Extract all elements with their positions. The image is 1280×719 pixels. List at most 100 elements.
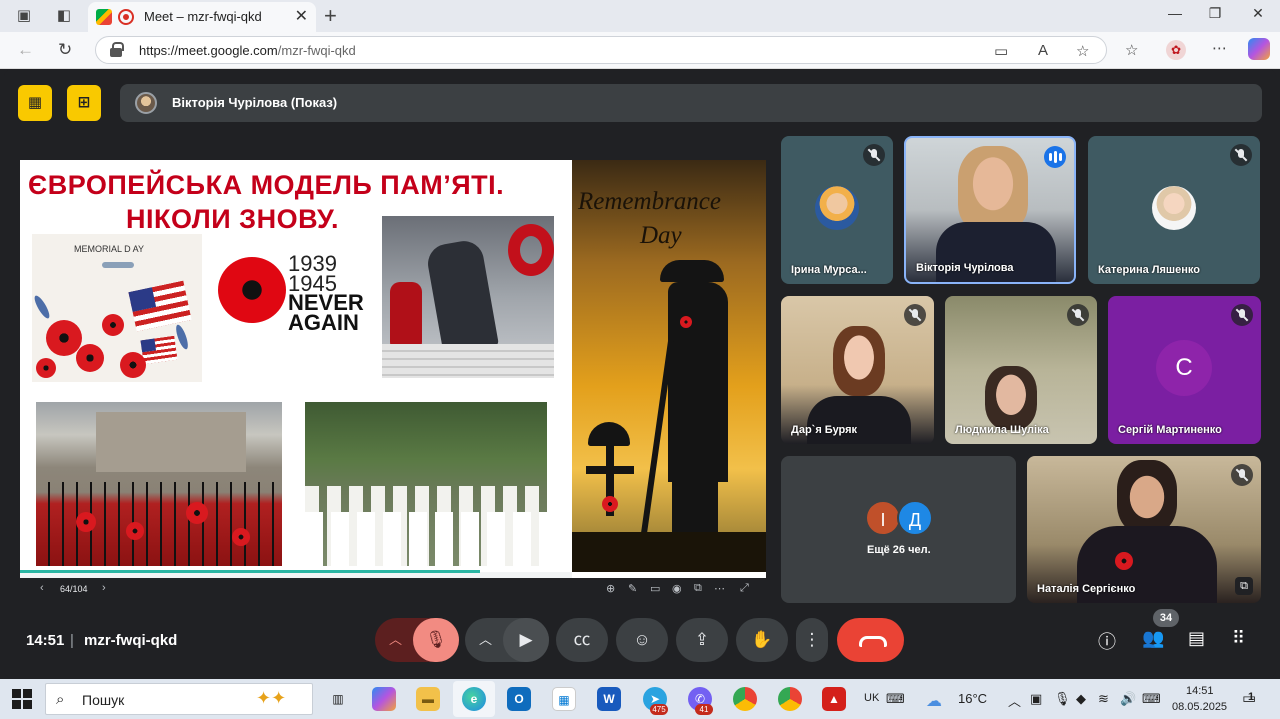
participant-tile[interactable]: Дар`я Буряк [781, 296, 934, 444]
day-text: Day [640, 222, 682, 249]
participant-name: Ірина Мурса... [791, 264, 867, 276]
wifi-icon[interactable]: ≋ [1098, 691, 1109, 707]
taskbar-search[interactable]: ⌕ Пошук ✦✦ [45, 683, 313, 715]
task-view-icon[interactable]: ▥ [326, 687, 350, 711]
us-flag-icon [128, 280, 192, 332]
pip-icon[interactable]: ⧉ [694, 582, 702, 595]
location-icon[interactable]: ◆ [1076, 691, 1086, 707]
poppy-icon [232, 528, 250, 546]
participant-tile-speaking[interactable]: Вікторія Чурілова [904, 136, 1076, 284]
clock-date[interactable]: 08.05.2025 [1172, 701, 1227, 713]
leave-call-button[interactable] [837, 618, 904, 662]
others-count-label: Ещё 26 чел. [867, 544, 931, 556]
language-indicator[interactable]: UK [864, 692, 879, 704]
participant-tile[interactable]: Катерина Ляшенко [1088, 136, 1260, 284]
activities-icon[interactable]: ⠿ [1232, 628, 1245, 649]
people-icon[interactable]: 👥 [1142, 628, 1164, 649]
mic-control-group: ︿ 🎙 [375, 618, 459, 662]
show-hidden-icon[interactable]: ︿ [1008, 691, 1021, 710]
meet-tray-icon[interactable]: ▣ [1030, 691, 1042, 707]
outlook-icon[interactable]: O [507, 687, 531, 711]
more-menu-icon[interactable]: ⋯ [1212, 39, 1227, 57]
poppy-big-icon [218, 257, 286, 323]
camera-options-chevron-icon[interactable]: ︿ [479, 618, 492, 662]
separator: | [70, 632, 74, 649]
participant-tile[interactable]: Ірина Мурса... [781, 136, 893, 284]
back-icon[interactable]: ← [17, 40, 34, 60]
participant-tile[interactable]: Людмила Шуліка [945, 296, 1097, 444]
mic-options-chevron-icon[interactable]: ︿ [389, 618, 402, 662]
more-options-button[interactable]: ⋮ [796, 618, 828, 662]
pdf-reader-icon[interactable]: ▲ [822, 687, 846, 711]
windows-start-icon[interactable] [12, 689, 32, 709]
favorites-icon[interactable]: ☆ [1125, 41, 1138, 59]
mic-off-button[interactable]: 🎙 [413, 618, 459, 662]
close-window-icon[interactable]: ✕ [1243, 5, 1273, 22]
participant-avatar-letter: С [1156, 340, 1212, 396]
workspaces-icon[interactable]: ▣ [14, 6, 34, 26]
keyboard-icon[interactable]: ⌨ [886, 691, 905, 707]
chrome-icon[interactable] [733, 687, 757, 711]
tab-meet[interactable]: Meet – mzr-fwqi-qkd ✕ [88, 2, 316, 32]
hide-self-button[interactable]: ▦ [18, 85, 52, 121]
favorite-star-icon[interactable]: ☆ [1076, 42, 1089, 60]
captions-icon[interactable]: ▭ [650, 582, 660, 595]
poppy-icon [102, 314, 124, 336]
participant-name: Наталія Сергієнко [1037, 583, 1136, 595]
new-tab-icon[interactable]: + [324, 3, 337, 29]
reactions-button[interactable]: ☺ [616, 618, 668, 662]
camera-permission-icon[interactable]: ▭ [994, 42, 1008, 60]
volume-icon[interactable]: 🔊 [1120, 691, 1136, 707]
tab-actions-icon[interactable]: ◧ [54, 6, 74, 26]
participant-tile[interactable]: С Сергій Мартиненко [1108, 296, 1261, 444]
keyboard-layout-icon[interactable]: ⌨ [1142, 691, 1161, 707]
clock-time[interactable]: 14:51 [1186, 685, 1214, 697]
poppy-icon [36, 358, 56, 378]
copilot-icon[interactable] [1248, 38, 1270, 60]
next-slide-icon[interactable]: › [102, 582, 106, 594]
chat-icon[interactable]: ▤ [1188, 628, 1205, 649]
profile-avatar[interactable]: ✿ [1166, 40, 1186, 60]
captions-button[interactable]: ㏄ [556, 618, 608, 662]
mic-off-icon [904, 304, 926, 326]
word-icon[interactable]: W [597, 687, 621, 711]
edge-icon[interactable]: e [462, 687, 486, 711]
prev-slide-icon[interactable]: ‹ [40, 582, 44, 594]
close-tab-icon[interactable]: ✕ [295, 6, 308, 26]
participant-tile[interactable]: Наталія Сергієнко ⧉ [1027, 456, 1261, 603]
raise-hand-button[interactable]: ✋ [736, 618, 788, 662]
others-tile[interactable]: І Д Ещё 26 чел. [781, 456, 1016, 603]
steps [382, 344, 554, 378]
store-icon[interactable]: ▦ [552, 687, 576, 711]
audio-icon[interactable]: ◉ [672, 582, 682, 595]
chrome-profile-icon[interactable] [778, 687, 802, 711]
presenter-bar: Вікторія Чурілова (Показ) [120, 84, 1262, 122]
read-aloud-icon[interactable]: A [1038, 42, 1048, 59]
microphone-icon[interactable]: 🎙 [1054, 691, 1071, 707]
poppy-icon [186, 502, 208, 524]
maximize-icon[interactable]: ❐ [1200, 5, 1230, 22]
layout-button[interactable]: ⊞ [67, 85, 101, 121]
present-button[interactable]: ⇪ [676, 618, 728, 662]
temperature[interactable]: 16°C [958, 691, 987, 706]
meeting-info-icon[interactable]: ⓘ [1098, 628, 1116, 654]
slide-progress-bar [20, 570, 480, 573]
presenter-name: Вікторія Чурілова (Показ) [172, 95, 338, 110]
fullscreen-icon[interactable]: ⤢ [740, 582, 749, 595]
copilot-app-icon[interactable] [372, 687, 396, 711]
participant-video [985, 366, 1037, 430]
tab-title: Meet – mzr-fwqi-qkd [144, 9, 262, 24]
mic-off-icon [1230, 144, 1252, 166]
zoom-icon[interactable]: ⊕ [606, 582, 615, 595]
more-options-icon[interactable]: ⋯ [714, 582, 725, 595]
refresh-icon[interactable]: ↻ [58, 40, 72, 60]
participant-video [958, 146, 1028, 230]
address-bar[interactable]: https://meet.google.com/mzr-fwqi-qkd ▭ A… [95, 36, 1107, 64]
pip-icon[interactable]: ⧉ [1235, 577, 1253, 595]
camera-button[interactable]: ▶ [503, 618, 549, 662]
minimize-icon[interactable]: — [1160, 5, 1190, 21]
annotate-icon[interactable]: ✎ [628, 582, 637, 595]
file-explorer-icon[interactable]: ▬ [416, 687, 440, 711]
search-highlight-icon: ✦✦ [256, 688, 287, 708]
weather-icon[interactable]: ☁ [926, 691, 942, 711]
